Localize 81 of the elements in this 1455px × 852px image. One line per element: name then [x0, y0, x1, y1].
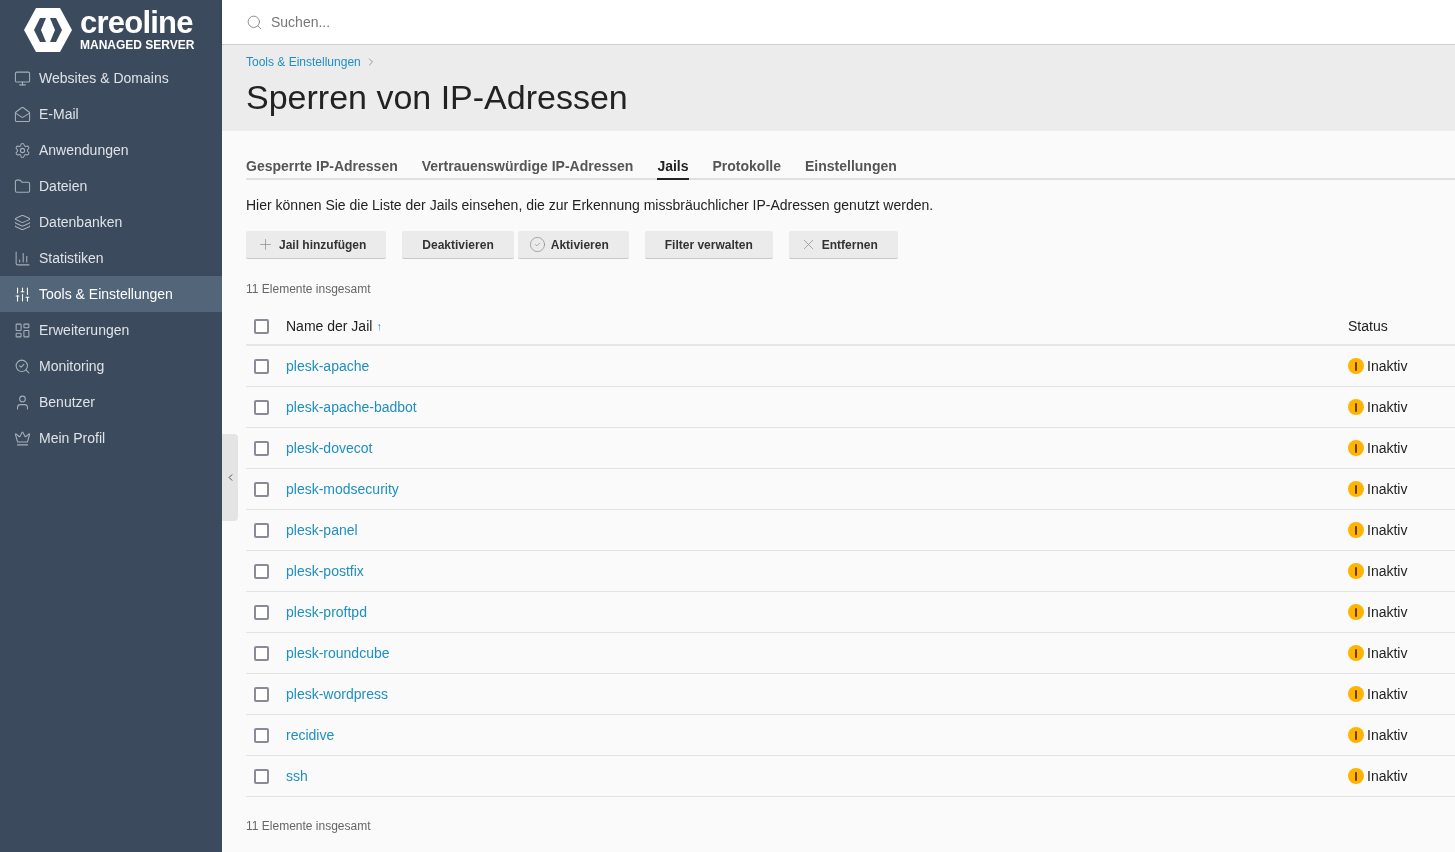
jail-link[interactable]: recidive — [286, 724, 1348, 746]
status-text: Inaktiv — [1367, 438, 1408, 458]
status-text: Inaktiv — [1367, 766, 1408, 786]
sidebar-item[interactable]: Tools & Einstellungen — [0, 276, 222, 312]
jail-link[interactable]: plesk-postfix — [286, 560, 1348, 582]
logo-icon — [24, 8, 72, 52]
toolbar-button[interactable]: Entfernen — [788, 231, 898, 259]
jail-link[interactable]: plesk-apache-badbot — [286, 396, 1348, 418]
sliders-icon — [14, 285, 31, 303]
layers-icon — [14, 213, 31, 231]
envelope-icon — [14, 105, 31, 123]
logo-name: creoline — [80, 9, 194, 37]
item-count: 11 Elemente insgesamt — [246, 818, 372, 835]
checkbox[interactable] — [254, 686, 269, 702]
checkbox[interactable] — [254, 399, 269, 415]
status-text: Inaktiv — [1367, 561, 1408, 581]
item-count: 11 Elemente insgesamt — [246, 281, 372, 298]
status-text: Inaktiv — [1367, 520, 1408, 540]
sidebar-item[interactable]: Erweiterungen — [0, 312, 222, 348]
checkbox[interactable] — [254, 768, 269, 784]
check-circle-icon — [528, 236, 546, 253]
sidebar-item[interactable]: Statistiken — [0, 240, 222, 276]
bar-chart-icon — [14, 249, 31, 267]
jail-link[interactable]: plesk-roundcube — [286, 642, 1348, 664]
monitor-icon — [14, 69, 31, 87]
page-title: Sperren von IP-Adressen — [246, 77, 629, 118]
jail-link[interactable]: plesk-apache — [286, 355, 1348, 377]
checkbox[interactable] — [254, 481, 269, 497]
description: Hier können Sie die Liste der Jails einsehen, die zur Erkennung missbräuchlicher IP-Adressen genutzt werden. — [246, 196, 935, 215]
tab[interactable]: Gesperrte IP-Adressen — [246, 151, 398, 180]
checkbox[interactable] — [254, 318, 269, 334]
sidebar-item[interactable]: Dateien — [0, 168, 222, 204]
tab[interactable]: Jails — [657, 151, 689, 180]
plus-icon — [257, 236, 274, 253]
gear-icon — [14, 141, 31, 159]
blocks-icon — [14, 321, 31, 339]
jail-link[interactable]: plesk-modsecurity — [286, 478, 1348, 500]
status-text: Inaktiv — [1367, 643, 1408, 663]
search-icon — [246, 13, 263, 31]
toolbar-button[interactable]: Jail hinzufügen — [246, 231, 387, 259]
status-text: Inaktiv — [1367, 725, 1408, 745]
sidebar-item[interactable]: Mein Profil — [0, 420, 222, 456]
checkbox[interactable] — [254, 358, 269, 374]
sort-indicator: ↑ — [376, 318, 382, 334]
sidebar-item[interactable]: Benutzer — [0, 384, 222, 420]
checkbox[interactable] — [254, 522, 269, 538]
status-text: Inaktiv — [1367, 356, 1408, 376]
status-text: Inaktiv — [1367, 602, 1408, 622]
tab[interactable]: Protokolle — [712, 151, 781, 180]
checkbox[interactable] — [254, 727, 269, 743]
jail-link[interactable]: plesk-panel — [286, 519, 1348, 541]
folder-icon — [14, 177, 31, 195]
status-text: Inaktiv — [1367, 479, 1408, 499]
search-field[interactable]: Suchen... — [271, 11, 671, 33]
user-icon — [14, 393, 31, 411]
sidebar-item[interactable]: Anwendungen — [0, 132, 222, 168]
jail-link[interactable]: ssh — [286, 765, 1348, 787]
status-text: Inaktiv — [1367, 397, 1408, 417]
sidebar-item[interactable]: Monitoring — [0, 348, 222, 384]
jail-link[interactable]: plesk-dovecot — [286, 437, 1348, 459]
status-text: Inaktiv — [1367, 684, 1408, 704]
tab[interactable]: Einstellungen — [805, 151, 897, 180]
column-header: Status — [1348, 316, 1389, 336]
toolbar-button[interactable]: Aktivieren — [517, 231, 629, 259]
checkbox[interactable] — [254, 604, 269, 620]
tab[interactable]: Vertrauenswürdige IP-Adressen — [421, 151, 634, 180]
crown-icon — [14, 429, 31, 447]
collapse-handle[interactable] — [222, 434, 238, 521]
jail-link[interactable]: plesk-wordpress — [286, 683, 1348, 705]
column-header[interactable]: Name der Jail ↑ — [286, 315, 1348, 337]
toolbar-button[interactable]: Deaktivieren — [402, 231, 514, 259]
checkbox[interactable] — [254, 563, 269, 579]
checkbox[interactable] — [254, 645, 269, 661]
sidebar-item[interactable]: Datenbanken — [0, 204, 222, 240]
magnifier-icon — [14, 357, 31, 375]
checkbox[interactable] — [254, 440, 269, 456]
sidebar-item[interactable]: Websites & Domains — [0, 60, 222, 96]
jail-link[interactable]: plesk-proftpd — [286, 601, 1348, 623]
toolbar-button[interactable]: Filter verwalten — [644, 231, 773, 259]
logo-subtitle: MANAGED SERVER — [80, 39, 195, 51]
sidebar-item[interactable]: E-Mail — [0, 96, 222, 132]
